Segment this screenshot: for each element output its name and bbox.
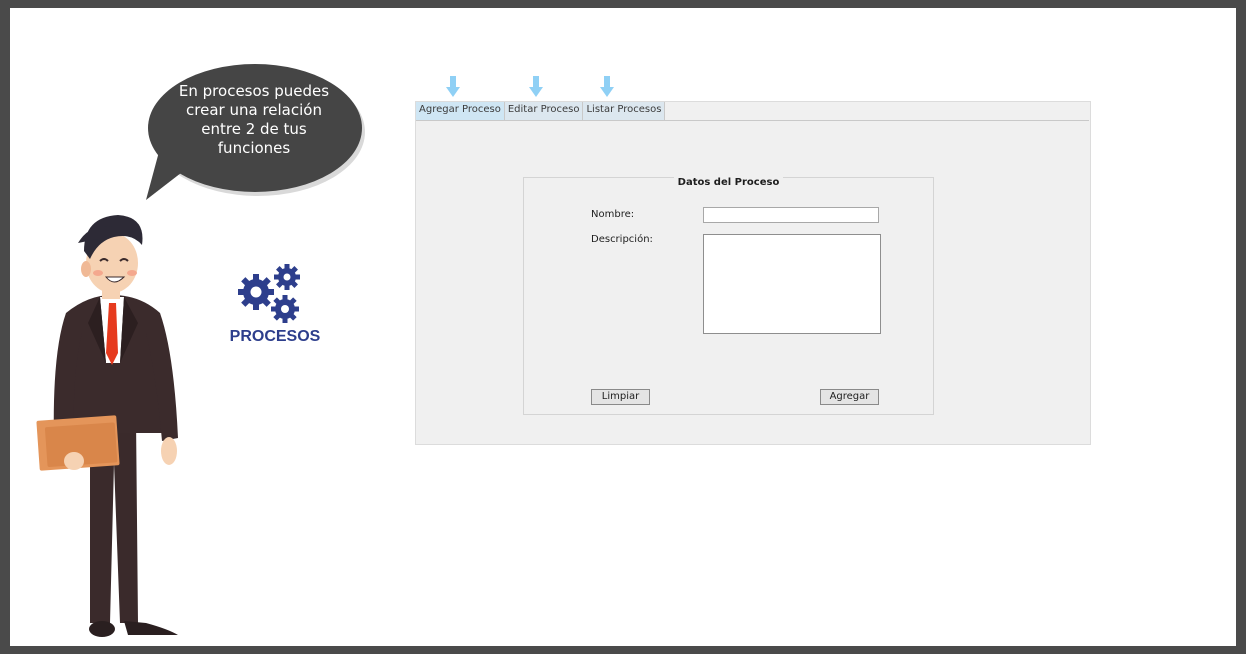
bubble-line-3: entre 2 de tus	[201, 120, 307, 138]
down-arrow-icon	[446, 76, 460, 97]
descripcion-label: Descripción:	[591, 234, 653, 245]
limpiar-button[interactable]: Limpiar	[591, 389, 650, 405]
tab-panel-agregar: Datos del Proceso Nombre: Descripción: L…	[416, 120, 1089, 444]
bubble-line-4: funciones	[217, 139, 291, 157]
nombre-input[interactable]	[703, 207, 879, 223]
bubble-line-1: En procesos puedes	[178, 82, 330, 100]
speech-bubble-text: En procesos puedes crear una relación en…	[156, 82, 352, 158]
businessman-illustration	[36, 215, 178, 637]
group-title: Datos del Proceso	[673, 177, 784, 188]
agregar-button[interactable]: Agregar	[820, 389, 879, 405]
down-arrow-icon	[600, 76, 614, 97]
gears-icon	[238, 264, 300, 323]
tab-bar: Agregar Proceso Editar Proceso Listar Pr…	[416, 102, 666, 120]
tab-listar-procesos[interactable]: Listar Procesos	[583, 102, 666, 120]
procesos-label: PROCESOS	[229, 328, 321, 345]
process-app-window: Agregar Proceso Editar Proceso Listar Pr…	[415, 101, 1091, 445]
descripcion-textarea[interactable]	[703, 234, 881, 334]
process-data-group: Datos del Proceso Nombre: Descripción: L…	[523, 177, 934, 415]
slide-canvas: En procesos puedes crear una relación en…	[10, 8, 1236, 646]
tab-editar-proceso[interactable]: Editar Proceso	[504, 102, 584, 120]
group-legend: Datos del Proceso	[524, 170, 933, 189]
nombre-label: Nombre:	[591, 209, 635, 220]
bubble-line-2: crear una relación	[186, 101, 322, 119]
tab-agregar-proceso[interactable]: Agregar Proceso	[416, 102, 505, 120]
down-arrow-icon	[529, 76, 543, 97]
